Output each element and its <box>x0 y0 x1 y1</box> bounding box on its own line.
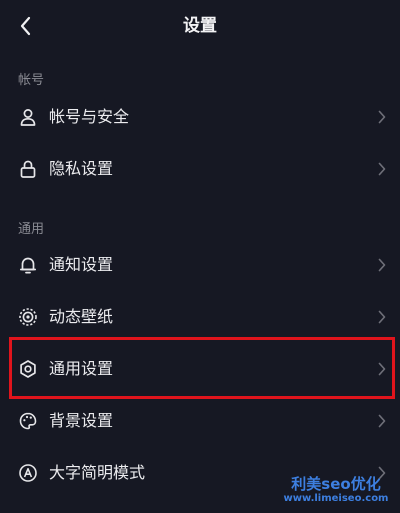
section-label-account: 帐号 <box>18 73 45 88</box>
settings-item-label: 帐号与安全 <box>49 107 130 126</box>
chevron-right-icon <box>378 110 386 124</box>
large-font-icon <box>19 464 37 482</box>
settings-item-privacy[interactable]: 隐私设置 <box>0 143 400 195</box>
chevron-right-icon <box>378 310 386 324</box>
settings-item-label: 动态壁纸 <box>49 307 114 326</box>
section-label-general: 通用 <box>18 222 45 237</box>
watermark-text: 利美seo优化 <box>291 475 381 493</box>
header-bar: 设置 <box>0 0 400 52</box>
settings-item-label: 通用设置 <box>49 359 114 378</box>
settings-item-label: 大字简明模式 <box>49 463 146 482</box>
settings-item-label: 通知设置 <box>49 255 114 274</box>
user-icon <box>20 109 36 126</box>
settings-item-dynamic-wallpaper[interactable]: 动态壁纸 <box>0 291 400 343</box>
watermark-url: www.limeiseo.com <box>283 493 389 504</box>
chevron-right-icon <box>378 162 386 176</box>
chevron-right-icon <box>378 362 386 376</box>
settings-item-background[interactable]: 背景设置 <box>0 395 400 447</box>
settings-item-label: 隐私设置 <box>49 159 114 178</box>
palette-icon <box>19 412 37 430</box>
bell-icon <box>19 257 37 274</box>
settings-item-general-settings[interactable]: 通用设置 <box>0 343 400 395</box>
gear-icon <box>20 360 36 378</box>
chevron-right-icon <box>378 414 386 428</box>
settings-item-notifications[interactable]: 通知设置 <box>0 239 400 291</box>
settings-item-label: 背景设置 <box>49 411 114 430</box>
settings-item-account-security[interactable]: 帐号与安全 <box>0 91 400 143</box>
dynamic-wallpaper-icon <box>19 308 37 326</box>
watermark: 利美seo优化 www.limeiseo.com <box>280 475 392 505</box>
page-title: 设置 <box>183 16 217 36</box>
lock-icon <box>20 160 36 178</box>
chevron-right-icon <box>378 258 386 272</box>
